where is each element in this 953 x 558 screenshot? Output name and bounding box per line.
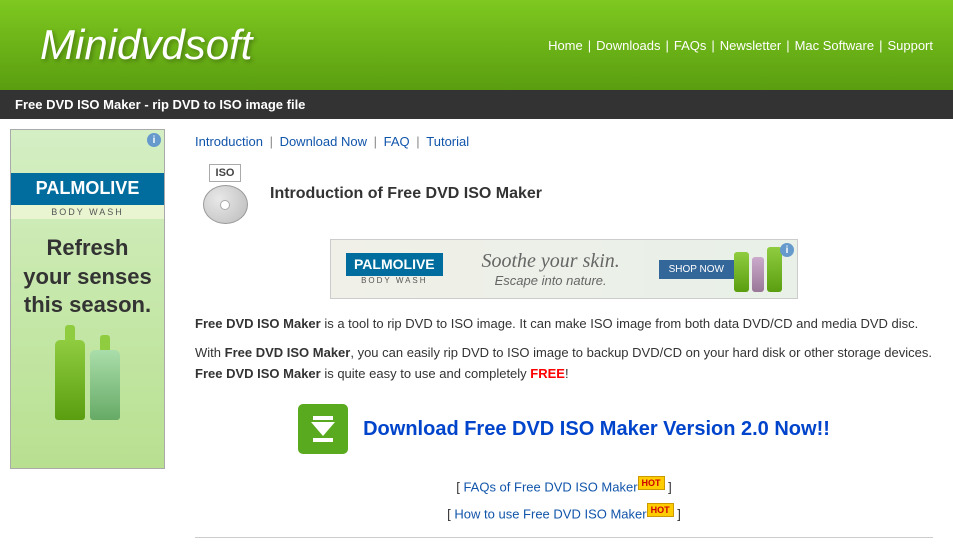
bottle-green [55,340,85,420]
nav-sep-1: | [588,38,591,53]
desc2-bold1: Free DVD ISO Maker [225,345,351,360]
main-layout: i PALMOLIVE BODY WASH Refresh your sense… [0,119,953,558]
faq-link-row: [ FAQs of Free DVD ISO MakerHOT ] [195,474,933,500]
desc2-middle: , you can easily rip DVD to ISO image to… [350,345,932,360]
nav-sep-4: | [786,38,789,53]
product-title: Introduction of Free DVD ISO Maker [270,185,542,203]
bottle-mini-green [734,252,749,292]
middle-ad-brand: PALMOLIVE BODY WASH [346,253,443,284]
howto-badge: HOT [647,503,674,517]
faq-link[interactable]: FAQs of Free DVD ISO Maker [463,480,637,495]
breadcrumb-introduction[interactable]: Introduction [195,134,263,149]
nav-mac-software[interactable]: Mac Software [795,38,874,53]
faq-badge: HOT [638,476,665,490]
breadcrumb-download-now[interactable]: Download Now [280,134,367,149]
middle-ad-info-icon[interactable]: i [780,243,794,257]
sidebar: i PALMOLIVE BODY WASH Refresh your sense… [0,119,175,558]
middle-ad-brand-sub: BODY WASH [346,276,443,285]
nav-sep-3: | [711,38,714,53]
bottle-mini-purple [752,257,764,292]
header: Minidvdsoft Home | Downloads | FAQs | Ne… [0,0,953,90]
sidebar-ad-sub: BODY WASH [11,205,164,219]
desc2-bold2: Free DVD ISO Maker [195,366,321,381]
bottle-green2 [90,350,120,420]
breadcrumb: Introduction | Download Now | FAQ | Tuto… [195,129,933,164]
faq-links: [ FAQs of Free DVD ISO MakerHOT ] [ How … [195,474,933,527]
sidebar-ad-bottles [50,335,125,425]
middle-ad-bottles [734,247,782,292]
page-title-bar: Free DVD ISO Maker - rip DVD to ISO imag… [0,90,953,119]
product-description: Free DVD ISO Maker is a tool to rip DVD … [195,314,933,384]
middle-ad-banner: i PALMOLIVE BODY WASH Soothe your skin. … [330,239,798,299]
download-section: Download Free DVD ISO Maker Version 2.0 … [195,404,933,454]
sidebar-ad-brand: PALMOLIVE [11,173,164,205]
desc1-bold: Free DVD ISO Maker [195,316,321,331]
free-suffix: ! [565,366,569,381]
product-header: ISO Introduction of Free DVD ISO Maker [195,164,933,224]
middle-ad-slogan1: Soothe your skin. [481,250,619,273]
iso-label: ISO [209,164,242,182]
description-para2: With Free DVD ISO Maker, you can easily … [195,343,933,385]
download-bar2 [313,438,333,442]
free-text: FREE [530,366,565,381]
download-arrow [311,422,335,436]
logo[interactable]: Minidvdsoft [40,21,252,69]
middle-ad-slogan-area: Soothe your skin. Escape into nature. [443,250,659,288]
nav-sep-2: | [665,38,668,53]
sidebar-ad-text: Refresh your senses this season. [11,219,164,335]
content-area: Introduction | Download Now | FAQ | Tuto… [175,119,953,558]
middle-ad-slogan2: Escape into nature. [495,273,607,288]
disc-shape [203,185,248,224]
page-title: Free DVD ISO Maker - rip DVD to ISO imag… [15,97,305,112]
breadcrumb-sep-2: | [374,134,381,149]
middle-ad-shop-button[interactable]: SHOP NOW [659,260,734,279]
bottom-divider [195,537,933,538]
howto-link[interactable]: How to use Free DVD ISO Maker [454,506,646,521]
desc1-text: is a tool to rip DVD to ISO image. It ca… [321,316,919,331]
nav-support[interactable]: Support [887,38,933,53]
breadcrumb-faq[interactable]: FAQ [384,134,410,149]
nav-home[interactable]: Home [548,38,583,53]
navigation: Home | Downloads | FAQs | Newsletter | M… [548,38,933,53]
breadcrumb-sep-1: | [270,134,277,149]
nav-faqs[interactable]: FAQs [674,38,707,53]
download-bar [313,416,333,420]
nav-newsletter[interactable]: Newsletter [720,38,781,53]
ad-info-icon[interactable]: i [147,133,161,147]
sidebar-ad-banner: i PALMOLIVE BODY WASH Refresh your sense… [10,129,165,469]
download-title[interactable]: Download Free DVD ISO Maker Version 2.0 … [363,418,830,441]
iso-icon: ISO [195,164,255,224]
nav-sep-5: | [879,38,882,53]
breadcrumb-tutorial[interactable]: Tutorial [426,134,469,149]
breadcrumb-sep-3: | [416,134,423,149]
middle-ad-brand-name: PALMOLIVE [346,253,443,275]
nav-downloads[interactable]: Downloads [596,38,660,53]
description-para1: Free DVD ISO Maker is a tool to rip DVD … [195,314,933,335]
download-icon [298,404,348,454]
disc-hole [220,200,230,210]
desc2-with: With [195,345,225,360]
desc2-suffix: is quite easy to use and completely [321,366,531,381]
howto-link-row: [ How to use Free DVD ISO MakerHOT ] [195,501,933,527]
bottle-mini-green2 [767,247,782,292]
